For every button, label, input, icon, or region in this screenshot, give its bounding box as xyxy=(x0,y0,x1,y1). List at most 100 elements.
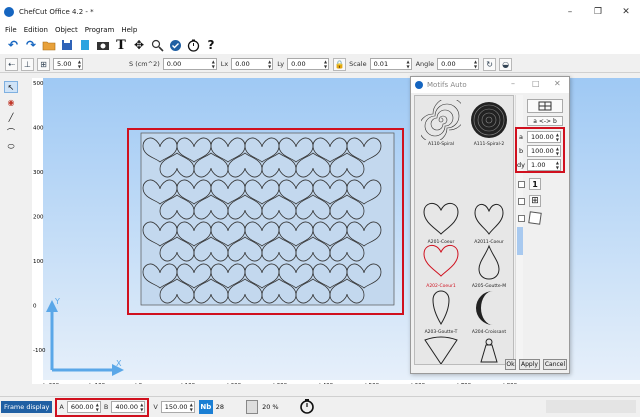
grid-icon[interactable]: ⊞ xyxy=(37,57,50,71)
move-icon[interactable]: ✥ xyxy=(131,37,147,53)
motif-item[interactable]: A111-Spiral-2 xyxy=(465,100,513,147)
node-edit-icon[interactable]: ◉ xyxy=(4,96,18,108)
nesting-icon: Nb xyxy=(198,400,213,414)
x-tick-label: | 300 xyxy=(273,383,288,384)
dialog-title: Motifs Auto xyxy=(427,81,467,89)
timer-icon[interactable] xyxy=(185,37,201,53)
app-logo-icon xyxy=(4,7,14,17)
fan-thumbnail-icon xyxy=(424,336,458,364)
y-tick-label: 400 xyxy=(33,126,44,132)
motif-item-selected[interactable]: A202-Coeur1 xyxy=(417,242,465,289)
angle-field[interactable]: 0.00 ▲ ▼ xyxy=(437,58,480,70)
dialog-maximize-button[interactable]: □ xyxy=(532,79,540,88)
redo-icon[interactable]: ↷ xyxy=(23,37,39,53)
maximize-button[interactable]: ❐ xyxy=(584,0,612,24)
camera-icon[interactable] xyxy=(95,37,111,53)
line-tool-icon[interactable]: ╱ xyxy=(4,111,18,123)
window-title: ChefCut Office 4.2 - * xyxy=(19,8,94,16)
param-b-field[interactable]: 100.00 ▲ ▼ xyxy=(527,145,561,157)
ly-label: Ly xyxy=(277,60,285,68)
motif-item[interactable]: A2011-Coeur xyxy=(465,200,513,245)
open-folder-icon[interactable] xyxy=(41,37,57,53)
ellipse-tool-icon[interactable]: ⬭ xyxy=(4,141,18,153)
speed-field[interactable]: 150.00 ▲ ▼ xyxy=(160,401,195,413)
drop-thumbnail-icon xyxy=(432,290,450,325)
x-tick-label: | 600 xyxy=(411,383,426,384)
menu-program[interactable]: Program xyxy=(85,26,115,34)
frame-a-field[interactable]: 600.00 ▲ ▼ xyxy=(66,401,101,413)
zoom-icon[interactable] xyxy=(149,37,165,53)
save-icon[interactable] xyxy=(59,37,75,53)
ok-button[interactable]: Ok xyxy=(505,359,516,370)
ly-field[interactable]: 0.00 ▲ ▼ xyxy=(287,58,330,70)
dialog-minimize-button[interactable]: – xyxy=(511,79,515,88)
lock-icon[interactable]: 🔒 xyxy=(333,57,347,71)
frame-b-field[interactable]: 400.00 ▲ ▼ xyxy=(111,401,146,413)
help-icon[interactable]: ? xyxy=(203,37,219,53)
close-button[interactable]: ✕ xyxy=(612,0,640,24)
object-count: 28 xyxy=(215,403,225,411)
option-1-checkbox[interactable] xyxy=(518,181,525,188)
y-tick-label: 0 xyxy=(33,304,37,310)
scale-label: Scale xyxy=(349,60,367,68)
param-a-label: a xyxy=(519,133,523,141)
vertical-ruler xyxy=(32,78,43,384)
frame-a-label: A xyxy=(59,403,64,411)
y-tick-label: 200 xyxy=(33,215,44,221)
option-2-checkbox[interactable] xyxy=(518,198,525,205)
motif-item[interactable]: A110-Spiral xyxy=(417,97,466,147)
motif-item[interactable]: A203-Goutte-T xyxy=(417,288,465,335)
dialog-app-icon xyxy=(415,81,423,89)
select-arrow-icon[interactable]: ↖ xyxy=(4,81,18,93)
x-tick-label: | -100 xyxy=(89,383,106,384)
x-tick-label: | 0 xyxy=(135,383,143,384)
scale-field[interactable]: 0.01 ▲ ▼ xyxy=(369,58,412,70)
area-field[interactable]: 0.00 ▲ ▼ xyxy=(162,58,217,70)
frame-size-highlight-box: A 600.00 ▲ ▼ B 400.00 ▲ ▼ xyxy=(55,397,150,417)
motif-item[interactable]: A204-Croissant xyxy=(465,288,513,335)
frame-display-button[interactable]: Frame display xyxy=(1,401,53,413)
bell-thumbnail-icon xyxy=(480,338,498,363)
lx-field[interactable]: 0.00 ▲ ▼ xyxy=(231,58,274,70)
motif-item[interactable] xyxy=(417,336,465,364)
swap-ab-button[interactable]: a <-> b xyxy=(527,116,563,126)
menu-object[interactable]: Object xyxy=(55,26,78,34)
menu-help[interactable]: Help xyxy=(121,26,137,34)
speed-label: V xyxy=(153,403,158,411)
check-icon[interactable] xyxy=(167,37,183,53)
x-tick-label: | 800 xyxy=(503,383,518,384)
orientation-button[interactable] xyxy=(527,99,563,113)
status-bar: Frame display A 600.00 ▲ ▼ B 400.00 ▲ ▼ V 15… xyxy=(0,396,640,417)
cancel-button[interactable]: Cancel xyxy=(543,359,567,370)
option-3-checkbox[interactable] xyxy=(518,215,525,222)
menu-file[interactable]: File xyxy=(5,26,17,34)
timer-status-icon xyxy=(299,398,315,416)
apply-button[interactable]: Apply xyxy=(519,359,540,370)
crescent-thumbnail-icon xyxy=(475,291,493,325)
motif-item[interactable]: A205-Goutte-M xyxy=(465,242,513,289)
arc-tool-icon[interactable]: ⌒ xyxy=(4,126,18,138)
thickness-field[interactable]: 5.00 ▲ ▼ xyxy=(53,58,83,70)
rotate-icon[interactable]: ↻ xyxy=(483,57,497,71)
undo-icon[interactable]: ↶ xyxy=(5,37,21,53)
parameter-bar: ⇠ ⊥ ⊞ 5.00 ▲ ▼ S (cm^2) 0.00 ▲ ▼ Lx 0.00 ▲ ▼ L… xyxy=(0,56,640,73)
export-icon[interactable] xyxy=(77,37,93,53)
mirror-icon[interactable]: ◒ xyxy=(499,57,513,71)
align-icon[interactable]: ⊥ xyxy=(21,57,34,71)
x-tick-label: | 400 xyxy=(319,383,334,384)
dialog-close-button[interactable]: ✕ xyxy=(554,79,561,88)
param-a-field[interactable]: 100.00 ▲ ▼ xyxy=(527,131,561,143)
motif-scroll-thumb[interactable] xyxy=(517,227,523,255)
minimize-button[interactable]: – xyxy=(556,0,584,24)
menu-edition[interactable]: Edition xyxy=(24,26,48,34)
x-tick-label: | -200 xyxy=(43,383,60,384)
motif-item[interactable]: A201-Coeur xyxy=(417,200,465,245)
menu-bar: File Edition Object Program Help xyxy=(0,24,640,36)
y-tick-label: 300 xyxy=(33,170,44,176)
title-bar: ChefCut Office 4.2 - * – ❐ ✕ xyxy=(0,0,640,24)
text-tool-icon[interactable]: T xyxy=(113,37,129,53)
knife-tool-icon[interactable]: ⇠ xyxy=(5,57,18,71)
horizontal-ruler xyxy=(32,380,640,384)
param-dy-field[interactable]: 1.00 ▲ ▼ xyxy=(527,159,561,171)
x-tick-label: | 700 xyxy=(457,383,472,384)
